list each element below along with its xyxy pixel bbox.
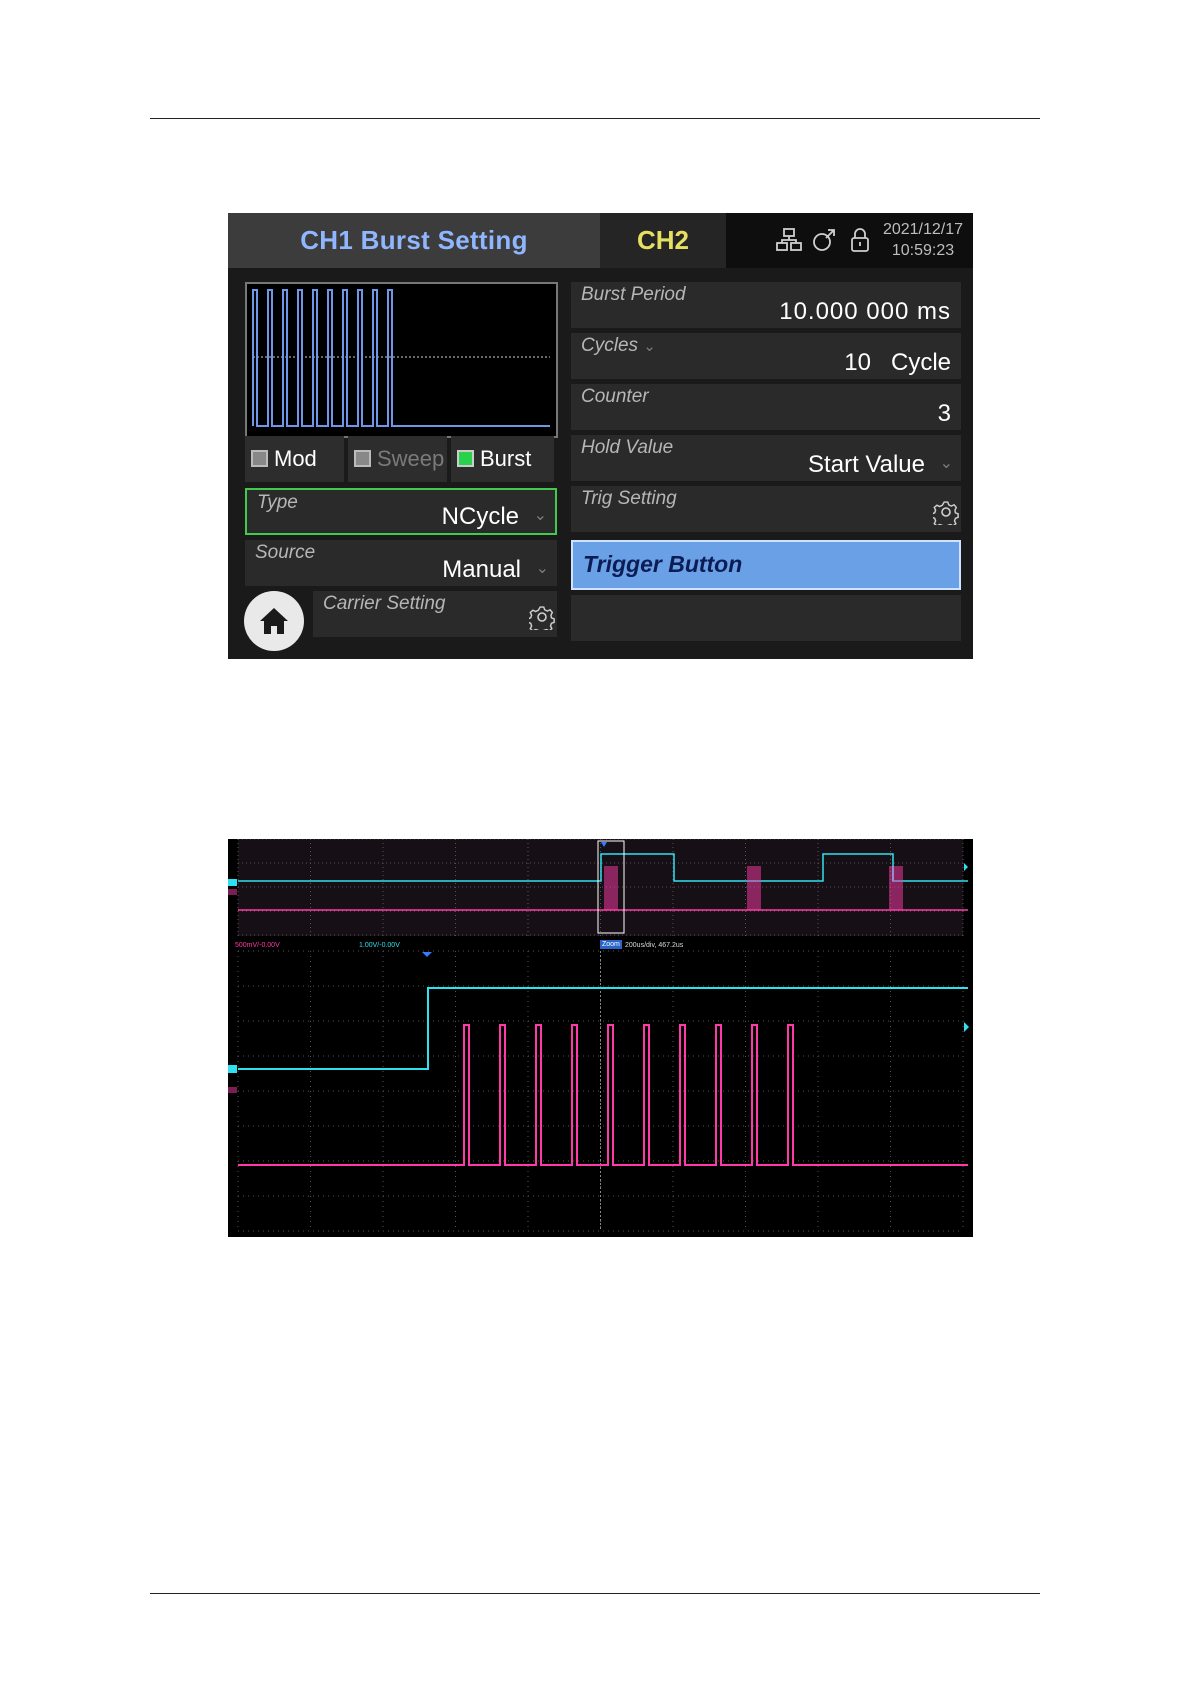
cycles-field[interactable]: Cycles ⌄ 10 Cycle (571, 333, 961, 379)
sweep-label: Sweep (377, 446, 445, 471)
trig-setting-label: Trig Setting (581, 488, 677, 509)
counter-field[interactable]: Counter 3 (571, 384, 961, 430)
cycles-label: Cycles ⌄ (581, 335, 656, 357)
cycles-label-text: Cycles (581, 335, 639, 356)
ch2-trace (238, 987, 968, 1070)
ch2-scale-label: 1.00V/-0.00V (359, 942, 400, 949)
level-marker-top (964, 863, 968, 871)
preview-plot (252, 289, 550, 427)
ch2-tag (228, 1065, 237, 1073)
source-label: Source (255, 542, 316, 563)
counter-value: 3 (937, 400, 951, 427)
cycles-value-group: 10 Cycle (844, 349, 951, 377)
burst-period-field[interactable]: Burst Period 10.000 000 ms (571, 282, 961, 328)
usb-icon (811, 227, 837, 253)
zoom-tag: Zoom (600, 940, 622, 949)
chevron-down-icon: ⌄ (939, 455, 953, 472)
burst-period-label: Burst Period (581, 284, 686, 305)
mod-label: Mod (274, 446, 317, 471)
ch2-tag-top (228, 879, 237, 886)
ch1-scale-label: 500mV/-0.00V (235, 942, 280, 949)
chevron-down-icon: ⌄ (535, 560, 549, 577)
cycles-value: 10 (844, 349, 871, 376)
home-button[interactable] (244, 591, 304, 651)
sweep-checkbox: Sweep (348, 436, 447, 482)
gear-icon (931, 499, 959, 530)
carrier-setting-label: Carrier Setting (323, 593, 446, 614)
type-value: NCycle (441, 503, 519, 530)
burst-checkbox[interactable]: Burst (451, 436, 554, 482)
generator-burst-screen: CH1 Burst Setting CH2 2021/12/17 10:59:2… (228, 213, 973, 659)
time-text: 10:59:23 (891, 242, 955, 259)
ch1-trace (238, 1024, 968, 1166)
page-bottom-rule (150, 1593, 1040, 1594)
date-text: 2021/12/17 (882, 221, 964, 238)
ch1-tag-top (228, 889, 237, 895)
checkbox-icon (251, 450, 268, 467)
status-icons (776, 227, 886, 255)
empty-softkey (571, 595, 961, 641)
counter-label: Counter (581, 386, 649, 407)
mod-checkbox[interactable]: Mod (245, 436, 344, 482)
trigger-marker (422, 952, 432, 957)
chevron-down-icon: ⌄ (533, 507, 547, 524)
lock-icon (847, 227, 873, 253)
trig-setting-field[interactable]: Trig Setting (571, 486, 961, 532)
type-field[interactable]: Type NCycle ⌄ (245, 488, 557, 535)
datetime: 2021/12/17 10:59:23 (873, 219, 973, 261)
hold-value-label: Hold Value (581, 437, 674, 458)
hold-value-field[interactable]: Hold Value Start Value ⌄ (571, 435, 961, 481)
carrier-setting-field[interactable]: Carrier Setting (313, 591, 557, 637)
burst-label: Burst (480, 446, 532, 471)
timebase-label: 200us/div, 467.2us (625, 942, 684, 949)
tab-ch2[interactable]: CH2 (600, 213, 726, 268)
page-title: CH1 Burst Setting (228, 213, 600, 268)
hold-value-value: Start Value (808, 451, 925, 478)
scope-plot (228, 839, 969, 1232)
ch1-tag (228, 1087, 237, 1093)
page-top-rule (150, 118, 1040, 119)
header-bar: CH1 Burst Setting CH2 2021/12/17 10:59:2… (228, 213, 973, 268)
trigger-button[interactable]: Trigger Button (571, 540, 961, 590)
network-icon (776, 227, 802, 253)
source-value: Manual (442, 556, 521, 583)
burst-period-value: 10.000 000 ms (779, 298, 951, 325)
preview-burst-trace (252, 289, 550, 427)
chevron-down-icon: ⌄ (643, 338, 656, 355)
type-label: Type (257, 492, 298, 513)
waveform-preview (245, 282, 558, 438)
source-field[interactable]: Source Manual ⌄ (245, 540, 557, 586)
checkbox-icon (354, 450, 371, 467)
level-marker (964, 1022, 969, 1032)
oscilloscope-capture: 500mV/-0.00V 1.00V/-0.00V Zoom 200us/div… (228, 839, 973, 1237)
cycles-unit: Cycle (890, 349, 951, 376)
checkbox-checked-icon (457, 450, 474, 467)
gear-icon (527, 604, 555, 635)
home-icon (260, 608, 288, 634)
